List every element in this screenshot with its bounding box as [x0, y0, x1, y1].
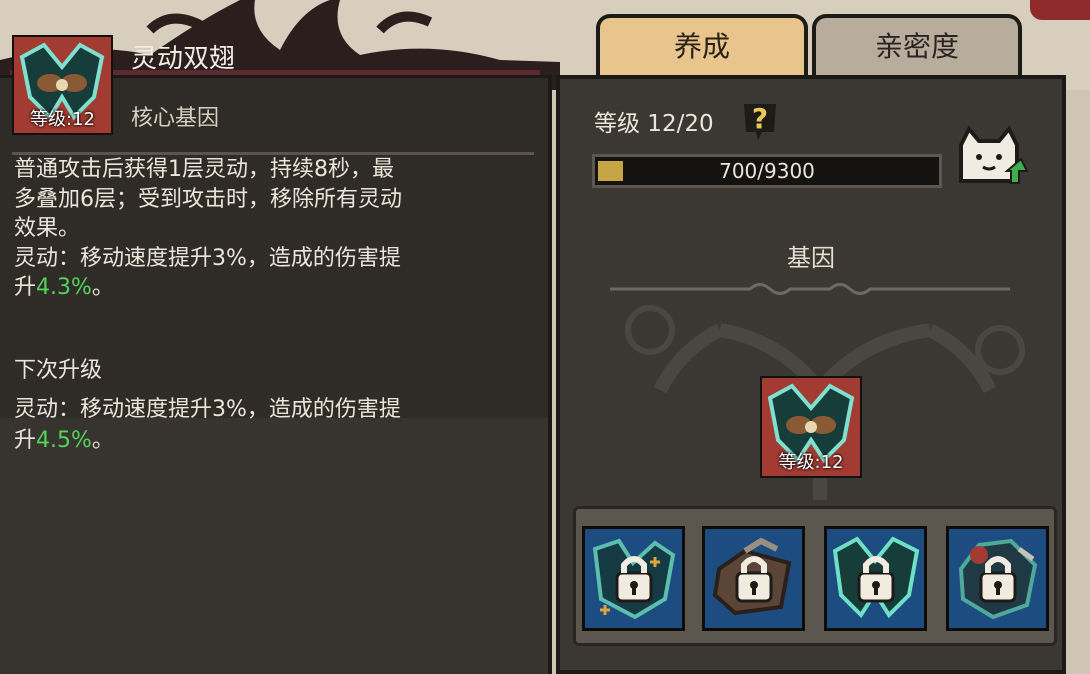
- gene-slot-2[interactable]: [702, 526, 805, 631]
- gene-section-label: 基因: [787, 244, 835, 272]
- skill-icon[interactable]: 等级:12: [12, 35, 113, 135]
- skill-description: 普通攻击后获得1层灵动，持续8秒，最 多叠加6层；受到攻击时，移除所有灵动 效果…: [14, 157, 402, 300]
- gene-slot-4[interactable]: [946, 526, 1049, 631]
- next-upgrade-title: 下次升级: [14, 358, 103, 383]
- gene-slot-1[interactable]: [582, 526, 685, 631]
- cat-upgrade-icon[interactable]: [955, 125, 1030, 190]
- next-effect-value: 4.5%: [36, 428, 92, 453]
- question-icon[interactable]: ?: [740, 98, 780, 142]
- skill-level-label: 等级:12: [30, 109, 95, 130]
- tab-cultivation[interactable]: 养成: [596, 14, 808, 76]
- svg-text:?: ?: [752, 102, 768, 135]
- gene-slot-3[interactable]: [824, 526, 927, 631]
- locked-gene-slot-3: [832, 536, 920, 619]
- exp-text: 700/9300: [719, 159, 815, 183]
- exp-progress-bar: 700/9300: [592, 154, 942, 188]
- current-effect-value: 4.3%: [36, 275, 92, 300]
- locked-gene-slot-1: [592, 538, 676, 620]
- center-gene-node[interactable]: 等级:12: [760, 376, 862, 478]
- locked-gene-slot-2: [712, 537, 792, 616]
- center-gene-level: 等级:12: [778, 452, 844, 473]
- skill-name: 灵动双翅: [131, 44, 236, 74]
- locked-gene-slot-4: [958, 538, 1038, 620]
- tab-intimacy[interactable]: 亲密度: [812, 14, 1022, 76]
- corner-decoration: [1030, 0, 1090, 20]
- next-upgrade-description: 灵动：移动速度提升3%，造成的伤害提 升4.5%。: [14, 397, 401, 453]
- ornament-divider: [610, 283, 1010, 295]
- level-text: 等级 12/20: [594, 111, 714, 137]
- skill-type: 核心基因: [131, 106, 220, 131]
